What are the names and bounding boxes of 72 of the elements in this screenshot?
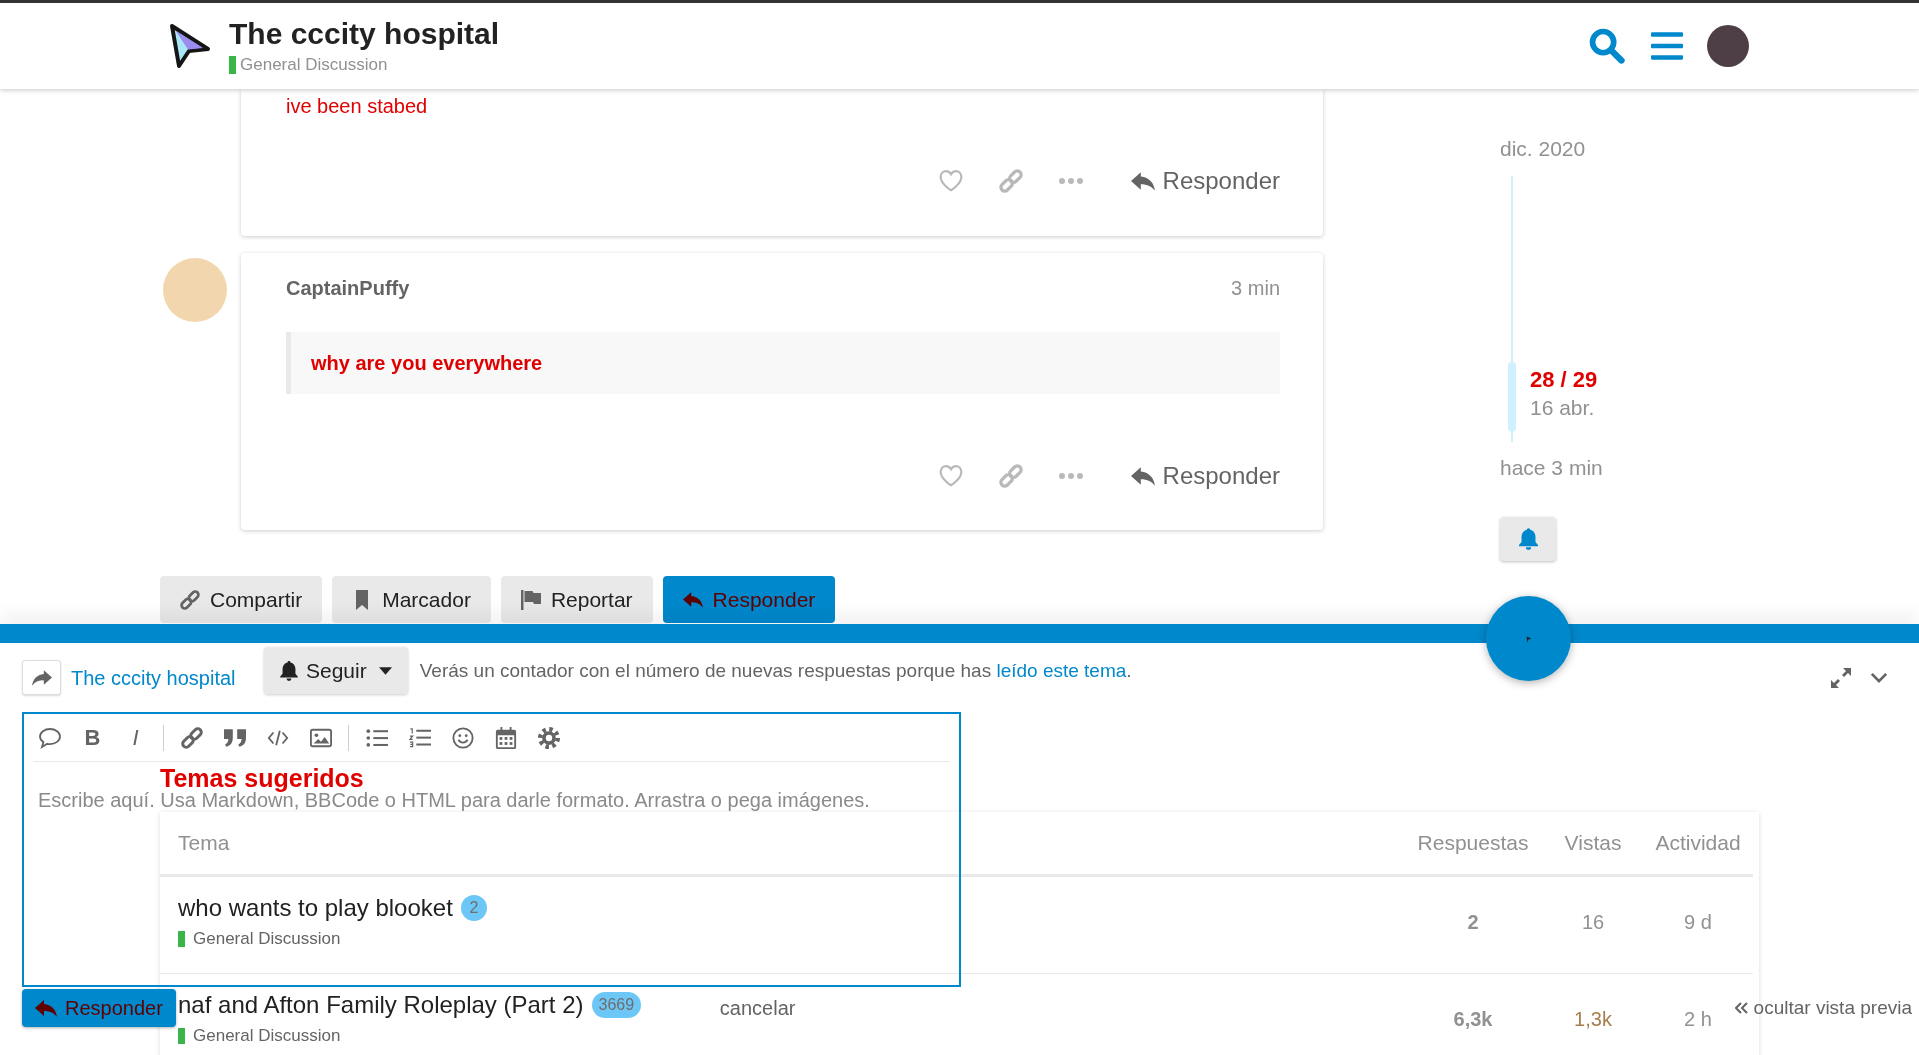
category-link[interactable]: General Discussion <box>193 1025 341 1047</box>
bulleted-list-icon[interactable] <box>365 726 388 749</box>
calendar-icon[interactable] <box>494 726 517 749</box>
reply-icon <box>1130 171 1155 191</box>
reply-mode-button[interactable] <box>22 660 61 695</box>
flag-icon <box>520 589 541 610</box>
column-header[interactable]: Tema <box>178 831 230 854</box>
post-time: 3 min <box>1231 276 1280 300</box>
reply-button[interactable]: Responder <box>662 576 836 623</box>
smiley-icon[interactable] <box>451 726 474 749</box>
reply-button[interactable]: Responder <box>1130 167 1280 195</box>
search-icon[interactable] <box>1589 28 1625 64</box>
user-avatar[interactable] <box>1707 25 1749 67</box>
replies-count: 2 <box>1467 910 1479 933</box>
category-bar-icon <box>229 55 236 74</box>
reply-icon <box>35 999 57 1017</box>
timeline-start-date: dic. 2020 <box>1500 136 1586 162</box>
activity-age: 2 h <box>1684 1007 1712 1030</box>
reply-button[interactable]: Responder <box>1130 462 1280 490</box>
timeline-handle[interactable] <box>1508 362 1516 432</box>
suggested-topics-heading: Temas sugeridos <box>160 766 364 790</box>
post-text: ive been stabed <box>286 95 428 117</box>
category-link[interactable]: General Discussion <box>193 928 341 950</box>
menu-icon[interactable] <box>1651 32 1683 60</box>
bell-icon <box>280 660 298 681</box>
column-header[interactable]: Respuestas <box>1417 831 1529 854</box>
bookmark-button[interactable]: Marcador <box>332 576 491 623</box>
submit-reply-button[interactable]: Responder <box>22 989 176 1027</box>
share-button[interactable]: Compartir <box>160 576 323 623</box>
views-count: 1,3k <box>1574 1007 1612 1030</box>
quote-icon[interactable] <box>223 726 246 749</box>
numbered-list-icon[interactable] <box>408 726 431 749</box>
image-icon[interactable] <box>309 726 332 749</box>
forward-arrow-icon <box>31 669 52 686</box>
arrowhead-logo-icon[interactable] <box>169 23 211 69</box>
topic-title-link[interactable]: who wants to play blooket <box>178 894 453 922</box>
cancel-link[interactable]: cancelar <box>719 996 796 1020</box>
bold-button[interactable]: B <box>84 725 101 750</box>
category-bar-icon <box>178 1028 185 1044</box>
expand-icon[interactable] <box>1831 667 1851 688</box>
chevron-down-icon[interactable] <box>1870 672 1888 683</box>
category-bar-icon <box>178 931 185 947</box>
reply-icon <box>1130 466 1155 486</box>
flag-button[interactable]: Reportar <box>500 576 653 623</box>
post-position: 28 / 29 <box>1530 366 1598 394</box>
column-header[interactable]: Actividad <box>1655 831 1741 854</box>
gear-icon[interactable] <box>537 726 560 749</box>
column-header[interactable]: Vistas <box>1564 831 1622 854</box>
topic-title[interactable]: The cccity hospital <box>229 16 500 51</box>
floating-circle-button[interactable] <box>1486 596 1571 681</box>
position-date: 16 abr. <box>1530 395 1596 421</box>
double-chevron-left-icon <box>1734 1002 1748 1014</box>
timeline-end-date: hace 3 min <box>1500 455 1603 481</box>
caret-icon <box>378 666 392 675</box>
tracking-message: Verás un contador con el número de nuevas respuestas porque has leído este tema. <box>419 658 1132 683</box>
hide-preview-link[interactable]: ocultar vista previa <box>1734 996 1912 1020</box>
notification-button[interactable] <box>1500 517 1556 561</box>
notification-level-button[interactable]: Seguir <box>264 647 408 694</box>
link-icon[interactable] <box>180 726 203 749</box>
views-count: 16 <box>1581 910 1605 933</box>
activity-age: 9 d <box>1684 910 1712 933</box>
category-link[interactable]: General Discussion <box>240 53 388 76</box>
topic-title-link[interactable]: The cccity hospital <box>71 665 236 690</box>
link-icon <box>180 589 200 610</box>
read-topic-link[interactable]: leído este tema <box>996 659 1127 681</box>
bell-icon <box>1518 528 1538 550</box>
topic-title-link[interactable]: naf and Afton Family Roleplay (Part 2) <box>178 991 584 1019</box>
italic-button[interactable]: I <box>132 725 139 750</box>
speech-bubble-icon[interactable] <box>38 726 61 749</box>
blockquote: why are you everywhere <box>286 332 1280 394</box>
post-author[interactable]: CaptainPuffy <box>286 276 410 300</box>
replies-count: 6,3k <box>1453 1007 1493 1030</box>
